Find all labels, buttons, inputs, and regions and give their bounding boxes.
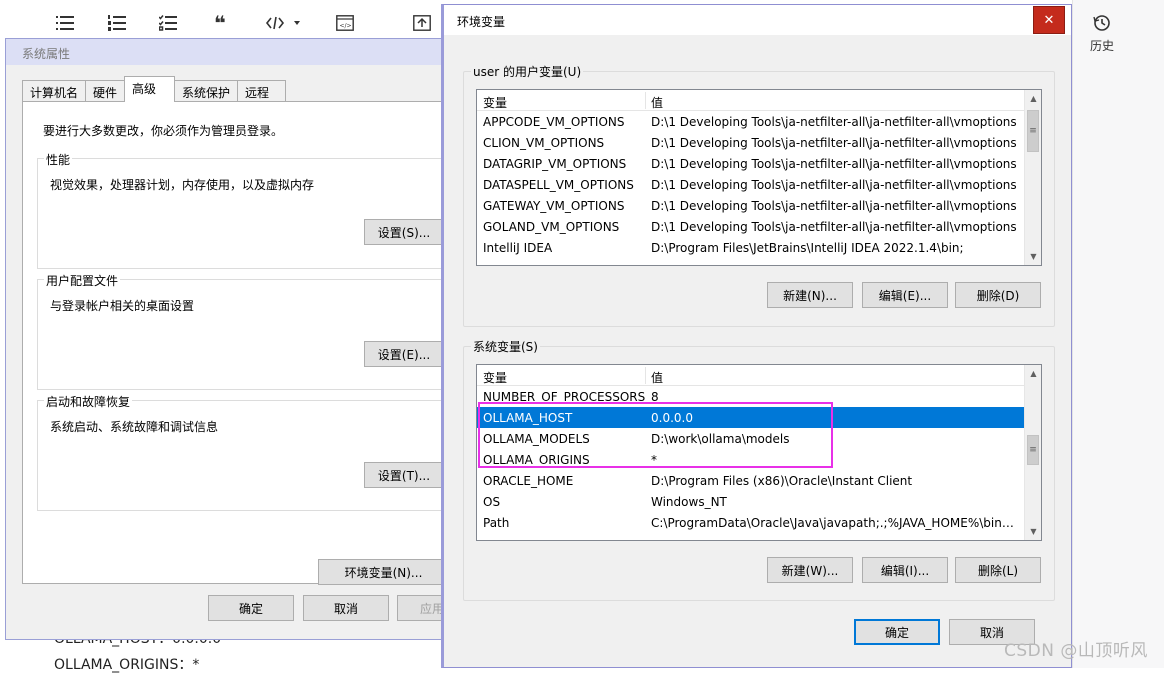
system-variables-title: 系统变量(S) <box>471 338 540 355</box>
startup-recovery-group: 启动和故障恢复 系统启动、系统故障和调试信息 设置(T)... <box>37 393 463 511</box>
dialog-title: 环境变量 <box>444 5 1071 35</box>
table-row-selected[interactable]: OLLAMA_HOST 0.0.0.0 <box>477 407 1025 428</box>
table-row[interactable]: OS Windows_NT <box>477 491 1025 512</box>
table-row[interactable]: ORACLE_HOME D:\Program Files (x86)\Oracle… <box>477 470 1025 491</box>
column-value[interactable]: 值 <box>651 94 663 111</box>
upload-icon[interactable] <box>411 12 433 34</box>
column-variable[interactable]: 变量 <box>483 94 507 111</box>
cancel-button[interactable]: 取消 <box>303 595 389 621</box>
user-variables-list[interactable]: 变量 值 APPCODE_VM_OPTIONS D:\1 Developing T… <box>476 89 1042 266</box>
history-label: 历史 <box>1089 39 1114 53</box>
system-variables-list[interactable]: 变量 值 NUMBER_OF_PROCESSORS 8 OLLAMA_HOST 0.… <box>476 364 1042 541</box>
ok-button[interactable]: 确定 <box>208 595 294 621</box>
watermark: CSDN @山顶听风 <box>1004 641 1148 661</box>
user-delete-button[interactable]: 删除(D) <box>955 282 1041 308</box>
ordered-list-icon[interactable] <box>106 12 128 34</box>
code-icon[interactable] <box>264 12 306 34</box>
group-title: 用户配置文件 <box>44 272 121 289</box>
vertical-scrollbar[interactable]: ▲ ≡ ▼ <box>1024 365 1041 540</box>
quote-icon[interactable]: ❝ <box>209 11 231 35</box>
code-block-icon[interactable]: </> <box>334 12 356 34</box>
list-header: 变量 值 <box>477 90 1025 111</box>
table-row[interactable]: NUMBER_OF_PROCESSORS 8 <box>477 386 1025 407</box>
system-variables-section: 系统变量(S) 变量 值 NUMBER_OF_PROCESSORS 8 OLLAM… <box>463 338 1055 601</box>
table-row[interactable]: APPCODE_VM_OPTIONS D:\1 Developing Tools\… <box>477 111 1025 132</box>
table-row[interactable]: IntelliJ IDEA D:\Program Files\JetBrains\… <box>477 237 1025 258</box>
table-row[interactable]: Path C:\ProgramData\Oracle\Java\javapath;… <box>477 512 1025 533</box>
system-new-button[interactable]: 新建(W)... <box>767 557 853 583</box>
table-row[interactable]: DATASPELL_VM_OPTIONS D:\1 Developing Tool… <box>477 174 1025 195</box>
tab-strip: 计算机名 硬件 高级 系统保护 远程 <box>22 76 287 102</box>
user-new-button[interactable]: 新建(N)... <box>767 282 853 308</box>
table-row[interactable]: CLION_VM_OPTIONS D:\1 Developing Tools\ja… <box>477 132 1025 153</box>
tab-computer-name[interactable]: 计算机名 <box>22 80 87 102</box>
group-title: 启动和故障恢复 <box>44 393 133 410</box>
table-row[interactable]: GOLAND_VM_OPTIONS D:\1 Developing Tools\j… <box>477 216 1025 237</box>
scroll-thumb[interactable]: ≡ <box>1027 110 1039 152</box>
unordered-list-icon[interactable] <box>54 12 76 34</box>
scroll-down-icon[interactable]: ▼ <box>1025 523 1041 540</box>
right-side-panel <box>1072 0 1164 668</box>
performance-group: 性能 视觉效果，处理器计划，内存使用，以及虚拟内存 设置(S)... <box>37 151 463 269</box>
column-value[interactable]: 值 <box>651 369 663 386</box>
scroll-thumb[interactable]: ≡ <box>1027 435 1039 465</box>
user-variables-section: user 的用户变量(U) 变量 值 APPCODE_VM_OPTIONS D:\… <box>463 63 1055 327</box>
group-description: 视觉效果，处理器计划，内存使用，以及虚拟内存 <box>50 178 315 192</box>
admin-notice: 要进行大多数更改，你必须作为管理员登录。 <box>43 124 284 138</box>
user-edit-button[interactable]: 编辑(E)... <box>862 282 948 308</box>
list-header: 变量 值 <box>477 365 1025 386</box>
svg-text:</>: </> <box>340 23 352 30</box>
tab-remote[interactable]: 远程 <box>237 80 287 102</box>
vertical-scrollbar[interactable]: ▲ ≡ ▼ <box>1024 90 1041 265</box>
history-icon <box>1093 15 1111 35</box>
user-profiles-settings-button[interactable]: 设置(E)... <box>364 341 444 367</box>
tab-advanced[interactable]: 高级 <box>124 76 176 102</box>
tab-hardware[interactable]: 硬件 <box>85 80 126 102</box>
group-title: 性能 <box>44 151 73 168</box>
close-button[interactable]: ✕ <box>1033 6 1065 34</box>
table-row[interactable]: GATEWAY_VM_OPTIONS D:\1 Developing Tools\… <box>477 195 1025 216</box>
system-edit-button[interactable]: 编辑(I)... <box>862 557 948 583</box>
dialog-ok-button[interactable]: 确定 <box>854 619 940 645</box>
startup-recovery-settings-button[interactable]: 设置(T)... <box>364 462 444 488</box>
advanced-tab-pane: 要进行大多数更改，你必须作为管理员登录。 性能 视觉效果，处理器计划，内存使用，… <box>22 101 463 585</box>
environment-variables-button[interactable]: 环境变量(N)... <box>318 559 449 585</box>
table-row[interactable]: DATAGRIP_VM_OPTIONS D:\1 Developing Tools… <box>477 153 1025 174</box>
group-description: 与登录帐户相关的桌面设置 <box>50 299 195 313</box>
environment-variables-dialog: 环境变量 ✕ user 的用户变量(U) 变量 值 APPCODE_VM_OPT… <box>441 4 1072 668</box>
system-properties-window: 系统属性 计算机名 硬件 高级 系统保护 远程 要进行大多数更改，你必须作为管理… <box>5 38 463 640</box>
scroll-down-icon[interactable]: ▼ <box>1025 248 1041 265</box>
tab-system-protection[interactable]: 系统保护 <box>174 80 239 102</box>
scroll-up-icon[interactable]: ▲ <box>1025 90 1041 107</box>
performance-settings-button[interactable]: 设置(S)... <box>364 219 444 245</box>
group-description: 系统启动、系统故障和调试信息 <box>50 420 219 434</box>
background-text-line: OLLAMA_ORIGINS：* <box>54 657 200 673</box>
table-row[interactable]: OLLAMA_ORIGINS * <box>477 449 1025 470</box>
column-variable[interactable]: 变量 <box>483 369 507 386</box>
user-profiles-group: 用户配置文件 与登录帐户相关的桌面设置 设置(E)... <box>37 272 463 390</box>
user-variables-title: user 的用户变量(U) <box>471 63 584 80</box>
window-title: 系统属性 <box>6 39 450 65</box>
task-list-icon[interactable] <box>157 12 179 34</box>
scroll-up-icon[interactable]: ▲ <box>1025 365 1041 382</box>
history-button[interactable]: 历史 <box>1084 14 1120 54</box>
table-row[interactable]: OLLAMA_MODELS D:\work\ollama\models <box>477 428 1025 449</box>
system-delete-button[interactable]: 删除(L) <box>955 557 1041 583</box>
